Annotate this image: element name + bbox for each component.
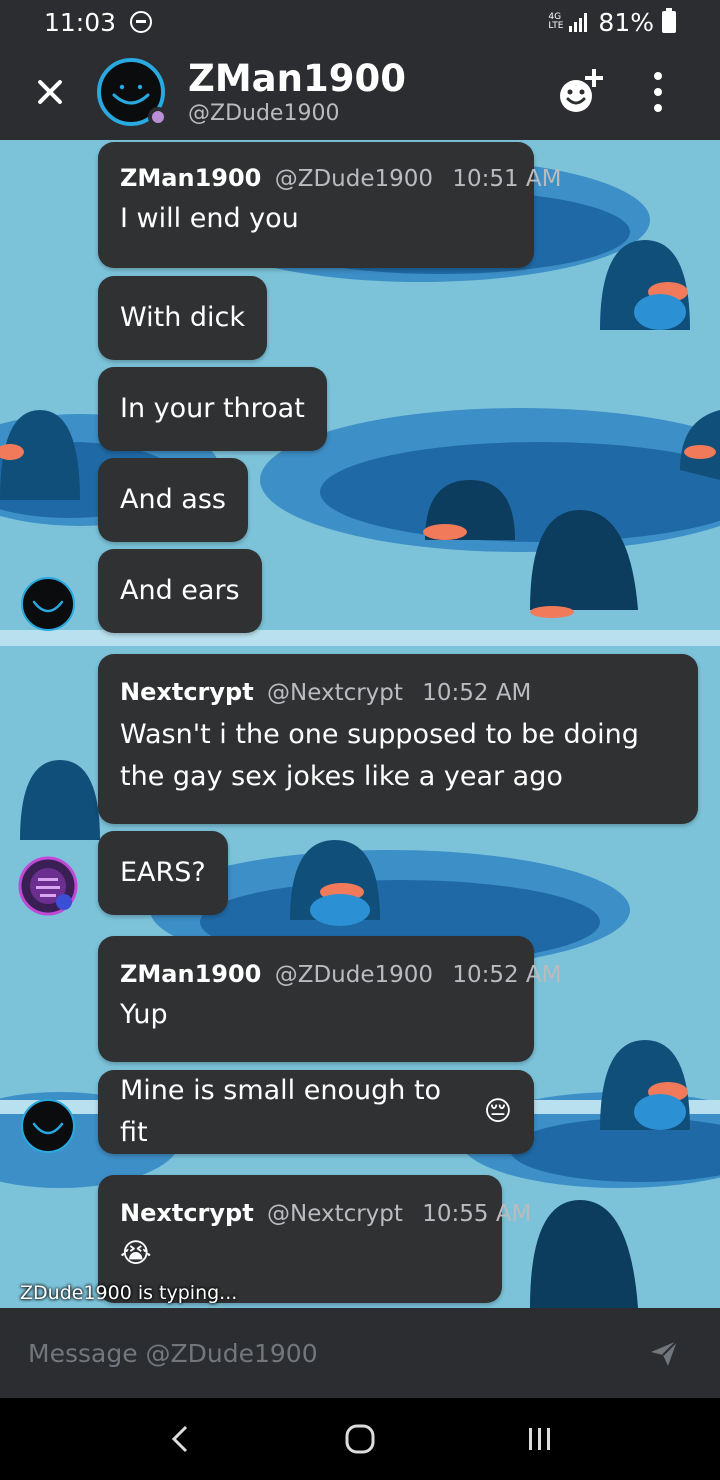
message-text: And ass — [120, 484, 226, 515]
recent-apps-icon[interactable] — [520, 1419, 560, 1459]
add-friend-button[interactable] — [556, 67, 606, 117]
message-handle: @Nextcrypt — [267, 680, 403, 706]
network-type-icon: 4G LTE — [548, 12, 564, 31]
message-bubble[interactable]: Mine is small enough to fit 😔 — [98, 1070, 534, 1154]
message-text: the gay sex jokes like a year ago — [120, 761, 563, 792]
message-text: I will end you — [120, 203, 299, 234]
message-text: And ears — [120, 575, 240, 606]
message-bubble[interactable]: And ass — [98, 458, 248, 542]
message-time: 10:55 AM — [422, 1201, 532, 1227]
status-time: 11:03 — [44, 7, 117, 37]
message-text: Wasn't i the one supposed to be doing — [120, 719, 639, 750]
header-avatar[interactable] — [96, 57, 168, 127]
message-handle: @ZDude1900 — [274, 962, 434, 988]
header-titles: ZMan1900 @ZDude1900 — [188, 56, 406, 126]
message-time: 10:52 AM — [422, 680, 532, 706]
message-bubble[interactable]: In your throat — [98, 367, 327, 451]
message-composer — [0, 1308, 720, 1398]
message-bubble[interactable]: EARS? — [98, 831, 228, 915]
close-icon[interactable] — [32, 74, 68, 110]
message-text: Mine is small enough to fit — [120, 1075, 442, 1148]
user-avatar[interactable] — [18, 856, 78, 916]
more-options-icon[interactable] — [652, 72, 664, 112]
message-time: 10:51 AM — [452, 166, 562, 192]
message-author[interactable]: Nextcrypt — [120, 678, 254, 706]
message-meta: ZMan1900 @ZDude1900 10:51 AM — [120, 164, 562, 192]
battery-percent: 81% — [598, 7, 654, 37]
signal-icon — [569, 13, 588, 32]
message-handle: @Nextcrypt — [267, 1201, 403, 1227]
message-bubble[interactable]: With dick — [98, 276, 268, 360]
message-bubble[interactable]: ZMan1900 @ZDude1900 10:51 AM I will end … — [98, 142, 562, 268]
chat-header: ZMan1900 @ZDude1900 — [0, 44, 720, 140]
message-time: 10:52 AM — [452, 962, 562, 988]
do-not-disturb-icon — [130, 11, 153, 33]
message-author[interactable]: ZMan1900 — [120, 164, 261, 192]
message-text: EARS? — [120, 857, 206, 888]
system-navigation-bar — [0, 1398, 720, 1480]
user-avatar[interactable] — [20, 576, 76, 632]
message-meta: Nextcrypt @Nextcrypt 10:55 AM — [120, 1199, 531, 1227]
send-icon[interactable] — [648, 1337, 680, 1369]
status-right: 4G LTE 81% — [548, 8, 676, 37]
message-meta: ZMan1900 @ZDude1900 10:52 AM — [120, 960, 562, 988]
message-bubble[interactable]: Nextcrypt @Nextcrypt 10:52 AM Wasn't i t… — [98, 654, 698, 824]
message-bubble[interactable]: ZMan1900 @ZDude1900 10:52 AM Yup — [98, 936, 562, 1062]
home-icon[interactable] — [340, 1419, 380, 1459]
typing-indicator: ZDude1900 is typing... — [20, 1282, 238, 1304]
message-list[interactable]: ZMan1900 @ZDude1900 10:51 AM I will end … — [0, 140, 720, 1308]
crying-emoji: 😭 — [120, 1238, 152, 1269]
online-status-dot — [148, 107, 168, 127]
message-handle: @ZDude1900 — [274, 166, 434, 192]
page-subtitle: @ZDude1900 — [188, 100, 340, 126]
message-author[interactable]: Nextcrypt — [120, 1199, 254, 1227]
add-friend-icon — [560, 69, 603, 112]
message-author[interactable]: ZMan1900 — [120, 960, 261, 988]
message-text: Yup — [120, 999, 168, 1030]
message-meta: Nextcrypt @Nextcrypt 10:52 AM — [120, 678, 676, 706]
message-bubble[interactable]: And ears — [98, 549, 262, 633]
pensive-emoji: 😔 — [483, 1096, 512, 1127]
message-text: With dick — [120, 302, 246, 333]
battery-icon — [662, 8, 676, 33]
page-title: ZMan1900 — [188, 56, 406, 100]
back-icon[interactable] — [160, 1419, 200, 1459]
message-text: In your throat — [120, 393, 305, 424]
message-input[interactable] — [28, 1338, 598, 1368]
status-bar: 11:03 4G LTE 81% — [0, 0, 720, 44]
user-avatar[interactable] — [20, 1098, 76, 1154]
